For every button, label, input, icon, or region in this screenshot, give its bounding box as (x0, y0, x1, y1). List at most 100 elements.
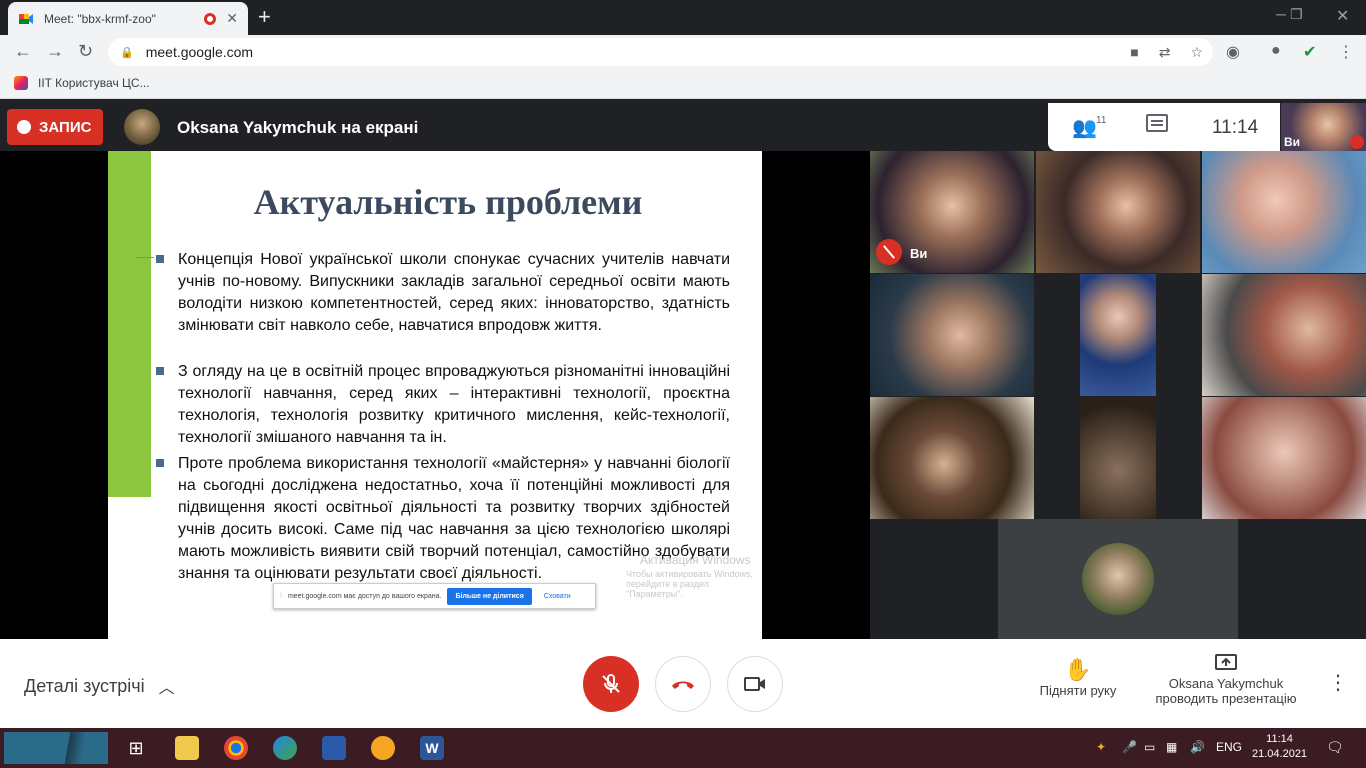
recording-button[interactable]: ЗАПИС (7, 109, 103, 145)
recording-label: ЗАПИС (39, 118, 92, 136)
forward-arrow-icon[interactable]: → (46, 42, 64, 60)
translate-icon[interactable]: ⇄ (1159, 44, 1171, 61)
address-toolbar: ← → ↻ 🔒 meet.google.com ■ ⇄ ☆ ◉ ● ✔ ⋮ (0, 35, 1366, 69)
meeting-details-label: Деталі зустрічі (24, 675, 145, 696)
windows-activation-subtext: Чтобы активировать Windows, перейдите в … (626, 569, 753, 599)
chrome-icon[interactable] (224, 736, 248, 760)
shield-check-icon[interactable]: ✔ (1303, 42, 1316, 62)
language-indicator[interactable]: ENG (1216, 740, 1242, 754)
meeting-info-panel: 👥 11 11:14 (1048, 103, 1280, 151)
omnibox[interactable]: 🔒 meet.google.com ■ ⇄ ☆ (108, 38, 1213, 66)
browser-menu-icon[interactable]: ⋮ (1338, 42, 1354, 62)
hide-share-bar-button[interactable]: Сховати (544, 593, 571, 600)
slide-divider (136, 257, 154, 258)
participant-tile[interactable] (998, 519, 1238, 639)
slide-bullet: З огляду на це в освітній процес впровад… (156, 361, 730, 449)
extension-icon[interactable]: ◉ (1226, 42, 1240, 62)
self-view-thumbnail[interactable]: Ви (1281, 103, 1366, 151)
raise-hand-button[interactable]: ✋ Підняти руку (1030, 657, 1126, 698)
bullet-text: Концепція Нової української школи спонук… (178, 251, 730, 334)
more-options-icon[interactable]: ⋮ (1328, 673, 1348, 693)
camera-in-use-icon[interactable]: ■ (1130, 44, 1138, 60)
task-view-icon[interactable]: ⊞ (124, 736, 148, 760)
mic-off-icon (1350, 135, 1364, 149)
presenter-avatar (124, 109, 160, 145)
screen-share-bar: ⁞ meet.google.com має доступ до вашого е… (273, 583, 596, 609)
raise-hand-icon: ✋ (1064, 657, 1092, 682)
window-close-icon[interactable]: ✕ (1336, 6, 1349, 26)
bullet-square-icon (156, 367, 164, 375)
taskbar-clock[interactable]: 11:14 21.04.2021 (1252, 732, 1307, 762)
app-icon[interactable] (371, 736, 395, 760)
chat-icon[interactable] (1146, 114, 1168, 132)
present-screen-icon (1215, 654, 1237, 670)
tab-title: Meet: "bbx-krmf-zoo" (44, 11, 156, 26)
taskbar-date: 21.04.2021 (1252, 748, 1308, 760)
bullet-square-icon (156, 459, 164, 467)
tab-close-icon[interactable]: ✕ (226, 10, 238, 27)
hang-up-icon (672, 681, 694, 689)
participant-tile[interactable] (1080, 274, 1156, 396)
bookmarks-bar: IIT Користувач ЦС... (0, 69, 1366, 99)
battery-icon[interactable]: ▭ (1144, 740, 1155, 754)
participants-count: 11 (1096, 115, 1107, 126)
bookmark-star-icon[interactable]: ☆ (1190, 44, 1203, 61)
microphone-button[interactable] (583, 656, 639, 712)
presenting-button[interactable]: Oksana Yakymchuk проводить презентацію (1146, 653, 1306, 706)
minimize-icon[interactable]: ─ (1276, 6, 1286, 22)
participant-tile[interactable] (1036, 151, 1200, 273)
lock-icon: 🔒 (120, 46, 134, 59)
mic-off-icon (602, 674, 620, 693)
file-explorer-icon[interactable] (175, 736, 199, 760)
back-arrow-icon[interactable]: ← (14, 42, 32, 60)
camera-icon (744, 677, 765, 691)
participant-tile[interactable] (870, 274, 1034, 396)
new-tab-button[interactable]: + (258, 6, 271, 28)
bullet-square-icon (156, 255, 164, 263)
restore-icon[interactable]: ❐ (1290, 6, 1303, 23)
stop-sharing-button[interactable]: Більше не ділитися (447, 587, 532, 605)
tray-app-icon[interactable]: ✦ (1096, 740, 1106, 754)
edge-icon[interactable] (273, 736, 297, 760)
reload-icon[interactable]: ↻ (78, 42, 93, 60)
start-button[interactable] (4, 732, 108, 764)
browser-tab-meet[interactable]: Meet: "bbx-krmf-zoo" ✕ (8, 2, 248, 35)
presentation-slide: Актуальність проблеми Концепція Нової ук… (108, 151, 762, 639)
presenting-status: проводить презентацію (1155, 691, 1297, 706)
mic-off-icon (876, 239, 902, 265)
people-icon[interactable]: 👥 (1072, 115, 1097, 140)
windows-activation-watermark: Активация Windows (640, 553, 751, 567)
meet-favicon-icon (19, 13, 33, 24)
profile-icon[interactable]: ● (1271, 42, 1281, 60)
bookmark-favicon-icon (14, 76, 28, 90)
participant-tile[interactable] (870, 397, 1034, 519)
bookmark-iit[interactable]: IIT Користувач ЦС... (14, 76, 150, 90)
drag-handle-icon[interactable]: ⁞ (280, 593, 282, 600)
presenting-name: Oksana Yakymchuk (1168, 676, 1284, 691)
participant-tile[interactable] (1202, 397, 1366, 519)
share-status-text: meet.google.com має доступ до вашого екр… (287, 592, 442, 600)
record-dot-icon (17, 120, 31, 134)
microphone-tray-icon[interactable]: 🎤 (1122, 740, 1137, 754)
presentation-stage: Актуальність проблеми Концепція Нової ук… (0, 151, 870, 639)
camera-button[interactable] (727, 656, 783, 712)
app-icon[interactable] (322, 736, 346, 760)
slide-accent-bar (108, 151, 151, 497)
network-icon[interactable]: ▦ (1166, 740, 1177, 754)
participant-tile[interactable] (1202, 151, 1366, 273)
participant-tile[interactable] (1080, 397, 1156, 519)
participant-name: Ви (910, 246, 928, 261)
leave-call-button[interactable] (655, 656, 711, 712)
meeting-clock: 11:14 (1212, 117, 1259, 138)
meet-control-bar: Деталі зустрічі ︿ ✋ Підняти руку Oksana … (0, 639, 1366, 728)
slide-bullet: Концепція Нової української школи спонук… (156, 249, 730, 337)
meeting-details-toggle[interactable]: Деталі зустрічі ︿ (24, 674, 175, 698)
volume-icon[interactable]: 🔊 (1190, 740, 1205, 754)
participant-tile[interactable]: Ви (870, 151, 1034, 273)
word-icon[interactable]: W (420, 736, 444, 760)
participant-tile[interactable] (1202, 274, 1366, 396)
bullet-text: З огляду на це в освітній процес впровад… (178, 363, 730, 446)
raise-hand-label: Підняти руку (1039, 683, 1117, 698)
taskbar-time: 11:14 (1266, 733, 1293, 745)
notifications-icon[interactable]: 🗨 (1326, 739, 1344, 756)
